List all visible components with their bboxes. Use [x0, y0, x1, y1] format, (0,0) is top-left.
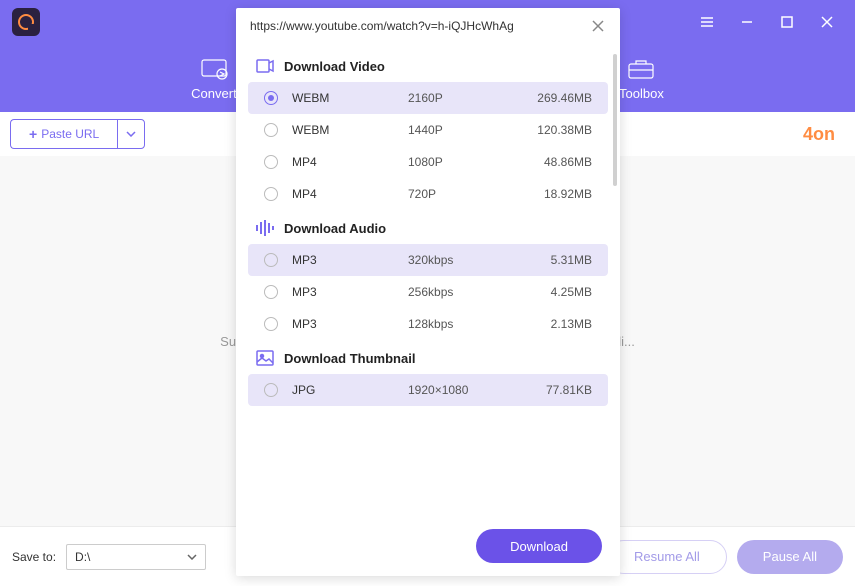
paste-url-button[interactable]: + Paste URL [10, 119, 117, 149]
option-format: MP3 [292, 253, 408, 267]
option-row[interactable]: WEBM2160P269.46MB [248, 82, 608, 114]
section-head-thumbnail: Download Thumbnail [240, 340, 616, 374]
section-title: Download Video [284, 59, 385, 74]
chevron-down-icon [187, 554, 197, 560]
tab-label: Toolbox [619, 86, 664, 101]
option-quality: 320kbps [408, 253, 551, 267]
option-row[interactable]: WEBM1440P120.38MB [248, 114, 608, 146]
section-head-audio: Download Audio [240, 210, 616, 244]
audio-icon [256, 220, 274, 236]
paste-url-label: Paste URL [41, 127, 99, 141]
modal-footer: Download [236, 516, 620, 576]
download-modal: Download Video WEBM2160P269.46MBWEBM1440… [236, 8, 620, 576]
close-icon [820, 15, 834, 29]
radio-icon [264, 187, 278, 201]
modal-header [236, 8, 620, 44]
image-icon [256, 350, 274, 366]
saveto-label: Save to: [12, 550, 56, 564]
hamburger-icon [700, 15, 714, 29]
saveto-value: D:\ [75, 550, 90, 564]
tab-label: Convert [191, 86, 237, 101]
radio-icon [264, 123, 278, 137]
download-button[interactable]: Download [476, 529, 602, 563]
option-format: MP4 [292, 187, 408, 201]
chevron-down-icon [126, 131, 136, 137]
option-format: MP4 [292, 155, 408, 169]
option-row[interactable]: JPG1920×108077.81KB [248, 374, 608, 406]
toolbox-icon [626, 56, 656, 82]
app-logo [12, 8, 40, 36]
scrollbar[interactable] [613, 54, 617, 186]
option-quality: 256kbps [408, 285, 551, 299]
maximize-icon [780, 15, 794, 29]
radio-icon [264, 155, 278, 169]
option-format: WEBM [292, 123, 408, 137]
modal-close-button[interactable] [590, 18, 606, 34]
option-size: 269.46MB [537, 91, 592, 105]
pause-all-button[interactable]: Pause All [737, 540, 843, 574]
minimize-button[interactable] [727, 2, 767, 42]
option-size: 18.92MB [544, 187, 592, 201]
radio-icon [264, 285, 278, 299]
url-input[interactable] [250, 19, 582, 33]
brand-mark: 4on [803, 124, 835, 145]
option-format: MP3 [292, 285, 408, 299]
option-quality: 128kbps [408, 317, 551, 331]
option-size: 77.81KB [546, 383, 592, 397]
option-quality: 1080P [408, 155, 544, 169]
option-size: 120.38MB [537, 123, 592, 137]
close-icon [592, 20, 604, 32]
hamburger-menu-button[interactable] [687, 2, 727, 42]
paste-url-dropdown[interactable] [117, 119, 145, 149]
radio-icon [264, 253, 278, 267]
option-row[interactable]: MP3320kbps5.31MB [248, 244, 608, 276]
option-quality: 1440P [408, 123, 537, 137]
option-size: 48.86MB [544, 155, 592, 169]
section-title: Download Thumbnail [284, 351, 415, 366]
option-row[interactable]: MP41080P48.86MB [248, 146, 608, 178]
modal-body: Download Video WEBM2160P269.46MBWEBM1440… [236, 44, 620, 516]
section-title: Download Audio [284, 221, 386, 236]
maximize-button[interactable] [767, 2, 807, 42]
radio-icon [264, 91, 278, 105]
option-row[interactable]: MP3128kbps2.13MB [248, 308, 608, 340]
option-row[interactable]: MP4720P18.92MB [248, 178, 608, 210]
option-format: JPG [292, 383, 408, 397]
option-size: 5.31MB [551, 253, 592, 267]
option-row[interactable]: MP3256kbps4.25MB [248, 276, 608, 308]
close-window-button[interactable] [807, 2, 847, 42]
option-quality: 2160P [408, 91, 537, 105]
option-format: MP3 [292, 317, 408, 331]
option-quality: 1920×1080 [408, 383, 546, 397]
radio-icon [264, 383, 278, 397]
option-format: WEBM [292, 91, 408, 105]
convert-icon [199, 56, 229, 82]
video-icon [256, 58, 274, 74]
saveto-select[interactable]: D:\ [66, 544, 206, 570]
option-size: 2.13MB [551, 317, 592, 331]
resume-all-button[interactable]: Resume All [607, 540, 727, 574]
option-quality: 720P [408, 187, 544, 201]
section-head-video: Download Video [240, 48, 616, 82]
option-size: 4.25MB [551, 285, 592, 299]
minimize-icon [740, 15, 754, 29]
plus-icon: + [29, 126, 37, 142]
radio-icon [264, 317, 278, 331]
